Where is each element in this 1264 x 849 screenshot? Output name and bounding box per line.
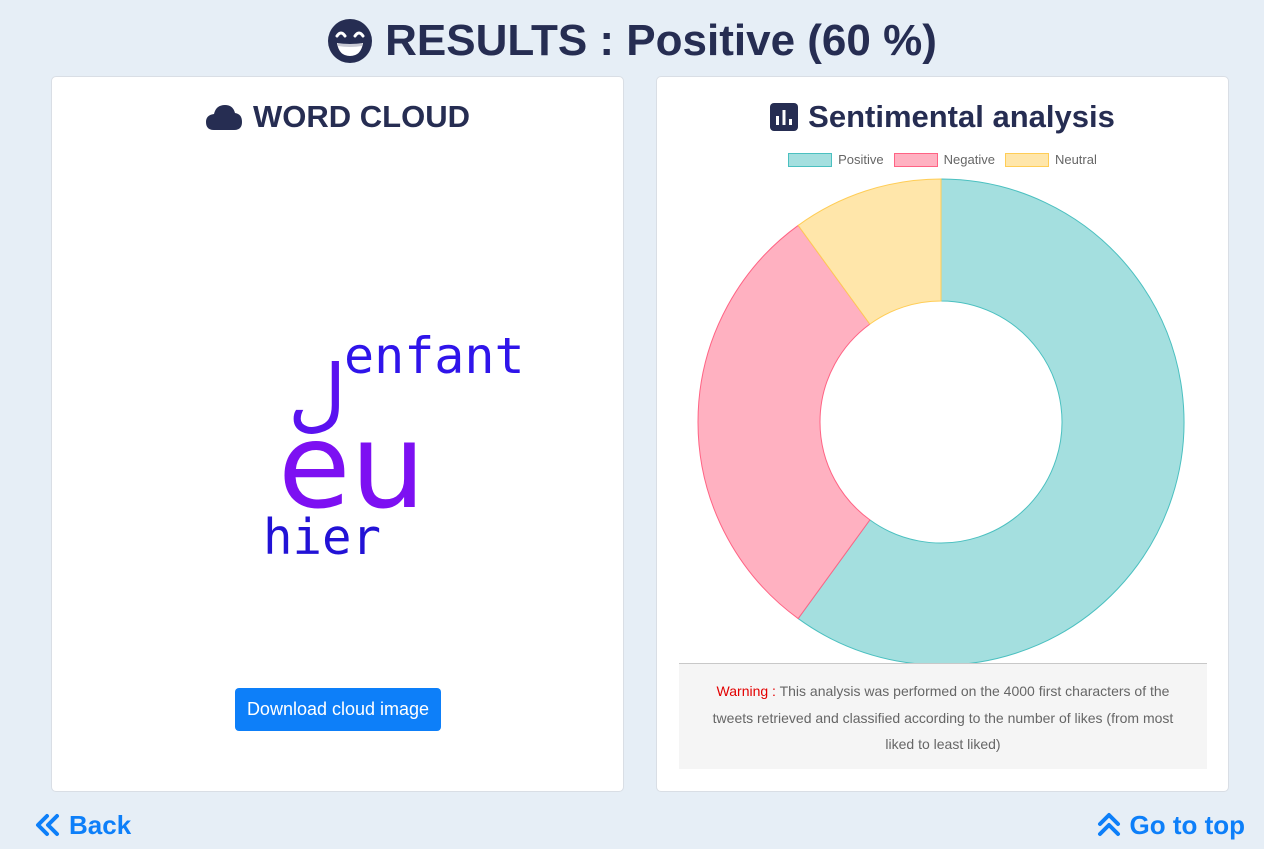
cloud-word-enfant: enfant	[344, 327, 525, 385]
back-link[interactable]: Back	[35, 806, 131, 844]
sentiment-doughnut-chart	[697, 178, 1185, 666]
go-to-top-label: Go to top	[1129, 810, 1245, 840]
page-title: RESULTS : Positive (60 %)	[0, 14, 1264, 68]
double-chevron-up-icon	[1098, 813, 1121, 836]
download-cloud-button[interactable]: Download cloud image	[235, 688, 441, 731]
back-label: Back	[69, 810, 132, 840]
word-cloud-card: WORD CLOUD enfant eu ﻝ hier Download clo…	[51, 76, 624, 792]
double-chevron-left-icon	[36, 814, 59, 836]
cloud-word-hier: hier	[263, 509, 381, 566]
sentiment-card: Sentimental analysis Positive Negative N…	[656, 76, 1229, 792]
cloud-word-arabic: ﻝ	[288, 348, 346, 441]
warning-text: This analysis was performed on the 4000 …	[712, 683, 1174, 752]
warning-label: Warning :	[716, 683, 776, 699]
results-heading: RESULTS : Positive (60 %)	[385, 16, 937, 65]
word-cloud-image: enfant eu ﻝ hier	[263, 327, 525, 566]
grin-beam-icon	[328, 19, 373, 63]
analysis-warning: Warning : This analysis was performed on…	[679, 663, 1207, 769]
go-to-top-link[interactable]: Go to top	[1097, 806, 1245, 844]
